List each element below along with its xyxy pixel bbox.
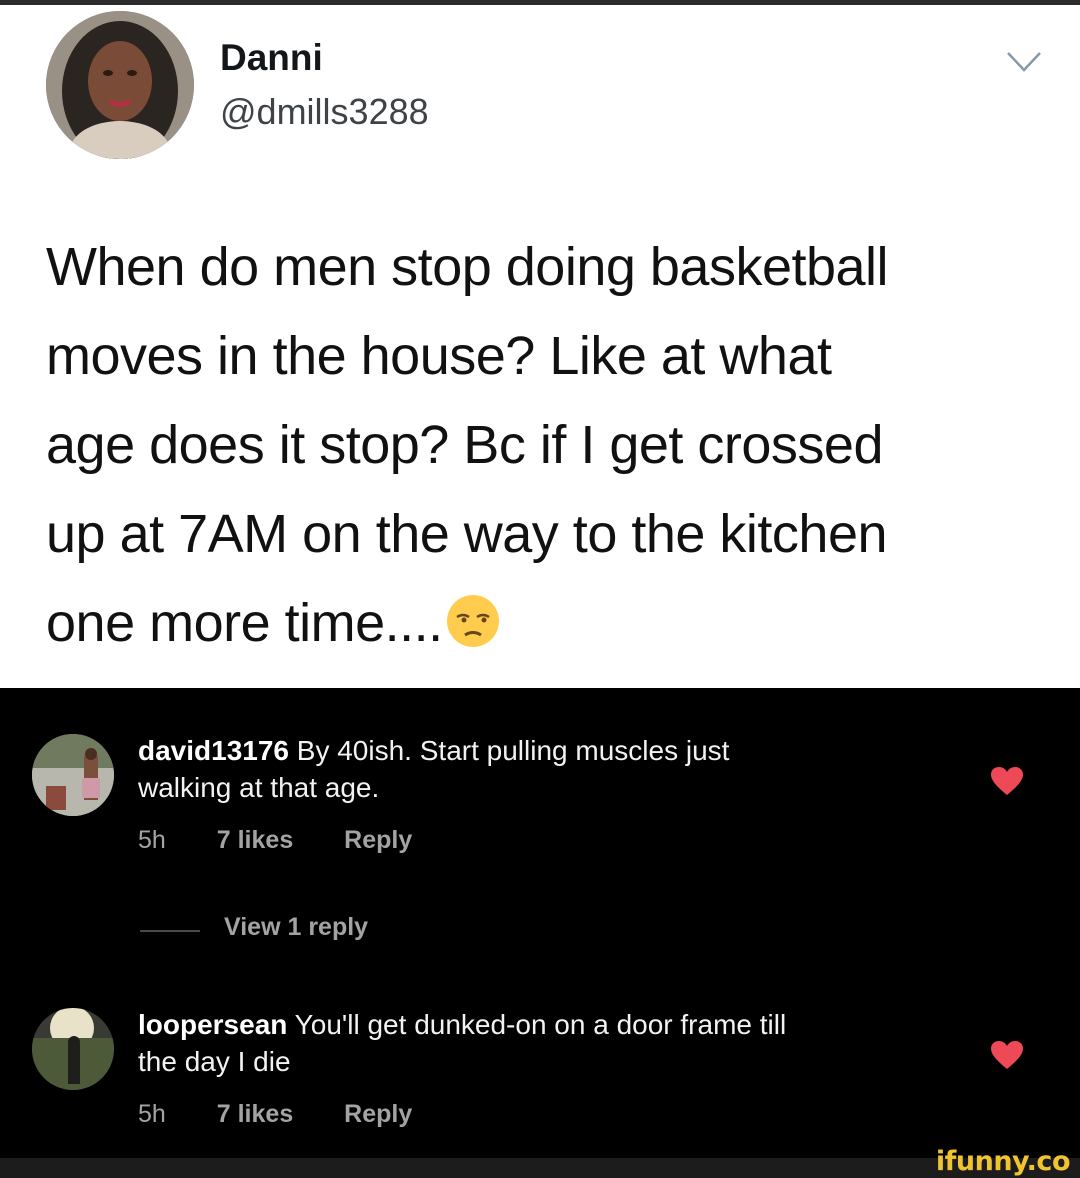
chevron-down-icon[interactable] — [1004, 49, 1044, 75]
avatar[interactable] — [32, 1008, 114, 1090]
comment-text: loopersean You'll get dunked-on on a doo… — [138, 1006, 938, 1080]
avatar-photo — [32, 734, 114, 816]
unamused-face-emoji — [446, 595, 499, 647]
comments-section: david13176 By 40ish. Start pulling muscl… — [0, 688, 1080, 1158]
comment-text: david13176 By 40ish. Start pulling muscl… — [138, 732, 938, 806]
comment-username[interactable]: loopersean — [138, 1009, 287, 1040]
heart-icon[interactable] — [990, 766, 1024, 796]
comment-line: You'll get dunked-on on a door frame til… — [294, 1009, 787, 1040]
tweet-line: up at 7AM on the way to the kitchen — [46, 504, 888, 564]
comment-line: the day I die — [138, 1046, 291, 1077]
avatar-photo — [32, 1008, 114, 1090]
footer-bar — [0, 1158, 1080, 1178]
avatar[interactable] — [32, 734, 114, 816]
tweet-line: When do men stop doing basketball — [46, 237, 889, 297]
tweet-line-text: one more time.... — [46, 593, 443, 653]
comment-time: 5h — [138, 1100, 166, 1128]
comment-username[interactable]: david13176 — [138, 735, 289, 766]
tweet-line: age does it stop? Bc if I get crossed — [46, 415, 883, 475]
comment-likes[interactable]: 7 likes — [217, 1100, 293, 1128]
reply-button[interactable]: Reply — [344, 826, 412, 854]
divider-line — [140, 930, 200, 932]
view-replies-label[interactable]: View 1 reply — [224, 913, 368, 942]
comment-line: walking at that age. — [138, 772, 380, 803]
watermark-logo: ifunny.co — [935, 1146, 1071, 1177]
author-name[interactable]: Danni — [220, 37, 323, 79]
tweet-text: When do men stop doing basketball moves … — [46, 223, 1056, 668]
avatar[interactable] — [46, 11, 194, 159]
comment-meta: 5h 7 likes Reply — [138, 826, 456, 855]
comment-meta: 5h 7 likes Reply — [138, 1100, 456, 1129]
comment-time: 5h — [138, 826, 166, 854]
reply-button[interactable]: Reply — [344, 1100, 412, 1128]
tweet-line: one more time.... — [46, 579, 1056, 668]
tweet-card: Danni @dmills3288 When do men stop doing… — [0, 5, 1080, 688]
author-handle[interactable]: @dmills3288 — [220, 91, 429, 133]
comment-line: By 40ish. Start pulling muscles just — [296, 735, 730, 766]
tweet-line: moves in the house? Like at what — [46, 326, 832, 386]
comment-likes[interactable]: 7 likes — [217, 826, 293, 854]
avatar-photo — [46, 11, 194, 159]
heart-icon[interactable] — [990, 1040, 1024, 1070]
